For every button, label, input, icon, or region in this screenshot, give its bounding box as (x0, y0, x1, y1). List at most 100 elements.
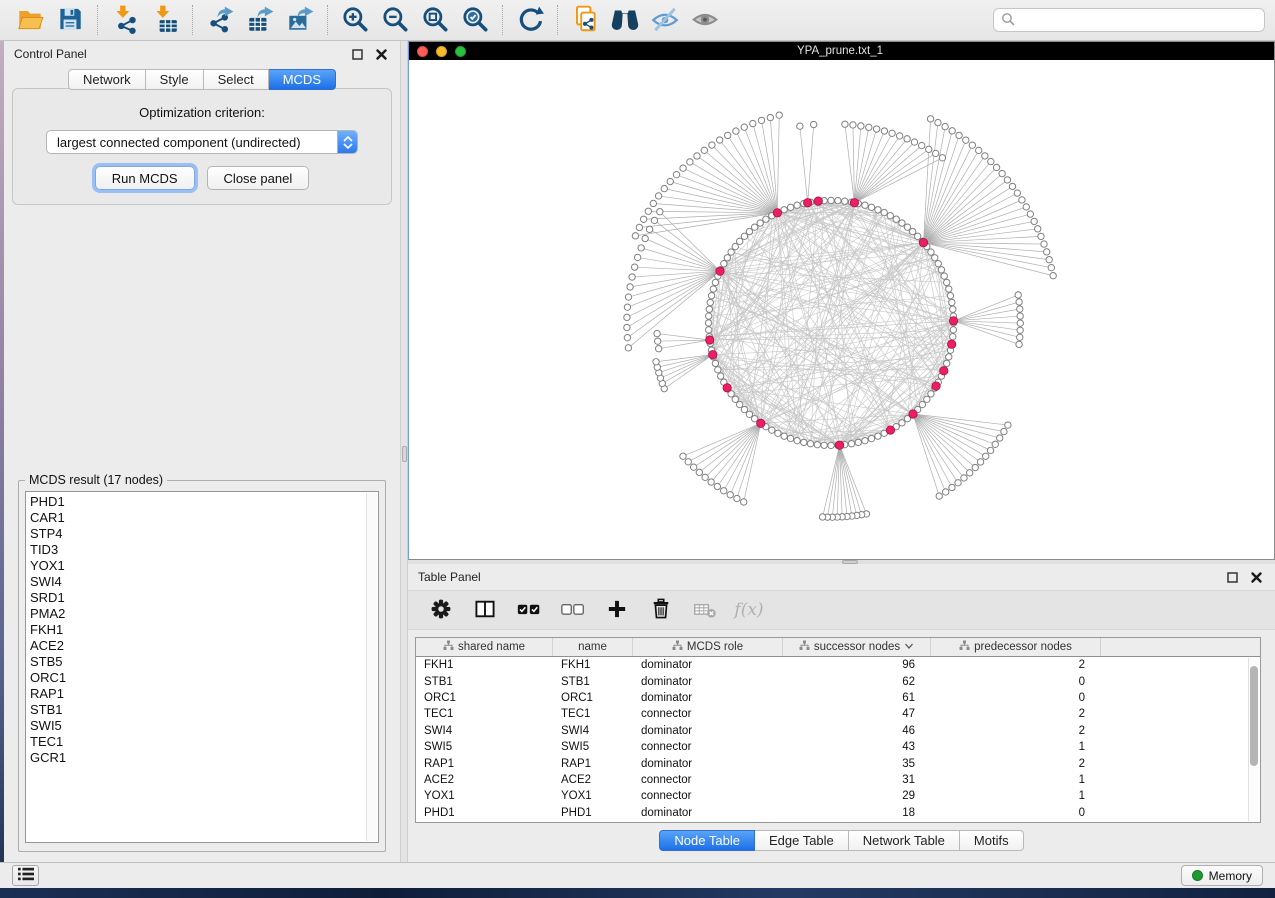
column-header-successor-nodes[interactable]: successor nodes (783, 638, 931, 656)
table-cell[interactable]: RAP1 (416, 758, 553, 770)
tab-motifs[interactable]: Motifs (960, 830, 1024, 851)
table-cell[interactable]: 35 (783, 758, 931, 770)
zoom-fit-button[interactable] (415, 3, 455, 37)
import-network-button[interactable] (105, 3, 145, 37)
delete-column-button[interactable] (646, 595, 676, 625)
table-cell[interactable]: connector (633, 790, 783, 802)
show-all-button[interactable] (685, 3, 725, 37)
table-row[interactable]: RAP1RAP1dominator352 (416, 755, 1260, 771)
table-cell[interactable]: 2 (931, 659, 1101, 671)
table-cell[interactable]: 29 (783, 790, 931, 802)
export-image-button[interactable] (280, 3, 320, 37)
table-cell[interactable]: 2 (931, 708, 1101, 720)
refresh-view-button[interactable] (510, 3, 550, 37)
vertical-splitter[interactable] (400, 41, 408, 862)
horizontal-splitter[interactable] (408, 560, 1275, 564)
table-cell[interactable]: ORC1 (416, 692, 553, 704)
table-cell[interactable]: RAP1 (553, 758, 633, 770)
column-header-name[interactable]: name (553, 638, 633, 656)
table-cell[interactable]: PHD1 (553, 807, 633, 819)
table-row[interactable]: YOX1YOX1connector291 (416, 788, 1260, 804)
mcds-result-item[interactable]: STB1 (30, 702, 378, 718)
export-network-button[interactable] (200, 3, 240, 37)
mcds-result-item[interactable]: PMA2 (30, 606, 378, 622)
run-mcds-button[interactable]: Run MCDS (95, 166, 195, 190)
table-row[interactable]: ORC1ORC1dominator610 (416, 690, 1260, 706)
tab-mcds[interactable]: MCDS (269, 69, 336, 90)
table-cell[interactable]: dominator (633, 692, 783, 704)
table-cell[interactable]: 47 (783, 708, 931, 720)
show-column-panel-button[interactable] (470, 595, 500, 625)
table-cell[interactable]: ORC1 (553, 692, 633, 704)
table-cell[interactable]: 62 (783, 676, 931, 688)
mcds-result-item[interactable]: RAP1 (30, 686, 378, 702)
table-row[interactable]: SWI5SWI5connector431 (416, 739, 1260, 755)
splitter-grip-h[interactable] (842, 560, 858, 564)
table-cell[interactable]: 0 (931, 692, 1101, 704)
mcds-list-scrollbar[interactable] (366, 493, 377, 841)
mcds-result-item[interactable]: PHD1 (30, 494, 378, 510)
table-cell[interactable]: 61 (783, 692, 931, 704)
mcds-result-item[interactable]: STB5 (30, 654, 378, 670)
table-cell[interactable]: SWI4 (553, 725, 633, 737)
mcds-result-item[interactable]: TEC1 (30, 734, 378, 750)
table-cell[interactable]: 0 (931, 807, 1101, 819)
table-row[interactable]: PHD1PHD1dominator180 (416, 805, 1260, 821)
tab-network-table[interactable]: Network Table (849, 830, 960, 851)
delete-table-button[interactable] (690, 595, 720, 625)
close-mcds-panel-button[interactable]: Close panel (207, 166, 310, 190)
deselect-all-rows-button[interactable] (558, 595, 588, 625)
table-cell[interactable]: dominator (633, 725, 783, 737)
table-cell[interactable]: 2 (931, 725, 1101, 737)
table-cell[interactable]: PHD1 (416, 807, 553, 819)
mcds-result-item[interactable]: YOX1 (30, 558, 378, 574)
column-header-MCDS-role[interactable]: MCDS role (633, 638, 783, 656)
table-cell[interactable]: ACE2 (416, 774, 553, 786)
table-cell[interactable]: 1 (931, 741, 1101, 753)
search-network-button[interactable] (605, 3, 645, 37)
column-header-shared-name[interactable]: shared name (416, 638, 553, 656)
table-row[interactable]: SWI4SWI4dominator462 (416, 723, 1260, 739)
table-cell[interactable]: YOX1 (416, 790, 553, 802)
mcds-result-item[interactable]: SWI4 (30, 574, 378, 590)
table-cell[interactable]: 46 (783, 725, 931, 737)
mcds-result-item[interactable]: SWI5 (30, 718, 378, 734)
save-session-button[interactable] (50, 3, 90, 37)
clone-network-button[interactable] (565, 3, 605, 37)
table-cell[interactable]: dominator (633, 676, 783, 688)
tab-style[interactable]: Style (146, 69, 204, 90)
open-session-button[interactable] (10, 3, 50, 37)
table-scrollbar-thumb[interactable] (1250, 666, 1258, 766)
table-cell[interactable]: dominator (633, 659, 783, 671)
table-cell[interactable]: STB1 (553, 676, 633, 688)
close-table-panel-button[interactable] (1249, 570, 1263, 584)
table-cell[interactable]: 31 (783, 774, 931, 786)
mcds-result-item[interactable]: STP4 (30, 526, 378, 542)
tab-node-table[interactable]: Node Table (659, 830, 755, 851)
table-row[interactable]: ACE2ACE2connector311 (416, 772, 1260, 788)
mcds-result-item[interactable]: ORC1 (30, 670, 378, 686)
table-cell[interactable]: connector (633, 708, 783, 720)
float-panel-button[interactable] (350, 47, 364, 61)
select-all-rows-button[interactable] (514, 595, 544, 625)
zoom-in-button[interactable] (335, 3, 375, 37)
mcds-result-item[interactable]: ACE2 (30, 638, 378, 654)
splitter-grip[interactable] (402, 446, 407, 462)
table-row[interactable]: STB1STB1dominator620 (416, 673, 1260, 689)
mcds-result-item[interactable]: CAR1 (30, 510, 378, 526)
mcds-result-item[interactable]: GCR1 (30, 750, 378, 766)
table-cell[interactable]: dominator (633, 758, 783, 770)
table-cell[interactable]: SWI5 (553, 741, 633, 753)
table-cell[interactable]: TEC1 (416, 708, 553, 720)
table-cell[interactable]: 1 (931, 790, 1101, 802)
create-column-button[interactable] (602, 595, 632, 625)
function-builder-button[interactable]: f(x) (734, 595, 764, 625)
table-cell[interactable]: 1 (931, 774, 1101, 786)
zoom-selected-button[interactable] (455, 3, 495, 37)
mcds-result-item[interactable]: TID3 (30, 542, 378, 558)
table-cell[interactable]: FKH1 (553, 659, 633, 671)
mcds-result-item[interactable]: FKH1 (30, 622, 378, 638)
table-cell[interactable]: TEC1 (553, 708, 633, 720)
close-panel-button[interactable] (374, 47, 388, 61)
memory-button[interactable]: Memory (1181, 865, 1263, 886)
